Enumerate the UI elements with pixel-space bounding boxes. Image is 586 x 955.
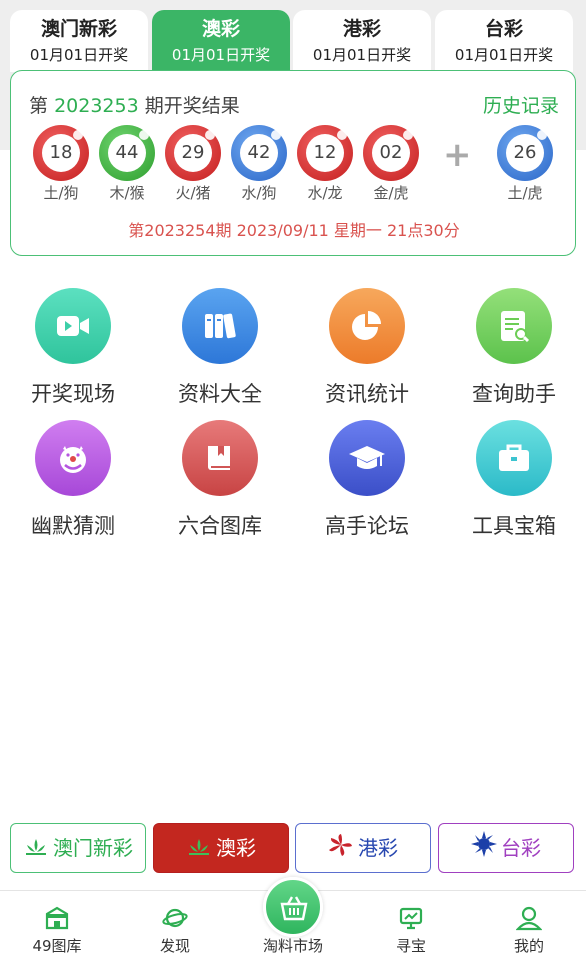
switch-macau-new-button[interactable]: 澳门新彩: [10, 823, 146, 873]
ball-zodiac: 火/猪: [175, 184, 211, 202]
grid-label: 幽默猜测: [31, 514, 115, 538]
grid-item-gallery[interactable]: 六合图库: [150, 420, 290, 540]
grid-item-forum[interactable]: 高手论坛: [297, 420, 437, 540]
search-doc-icon: [476, 288, 552, 364]
ball-number: 42: [240, 134, 278, 172]
ball-zodiac: 金/虎: [373, 184, 409, 202]
nav-label: 淘料市场: [262, 937, 323, 955]
ball-5: 12: [297, 125, 353, 181]
graduation-cap-icon: [329, 420, 405, 496]
tab-macau-new[interactable]: 澳门新彩 01月01日开奖: [10, 10, 148, 72]
switch-taiwan-button[interactable]: 台彩: [438, 823, 574, 873]
tab-date: 01月01日开奖: [29, 46, 129, 64]
switch-macau-button[interactable]: 澳彩: [153, 823, 289, 873]
books-icon: [182, 288, 258, 364]
issue-suffix: 期开奖结果: [144, 95, 240, 117]
grid-item-stats[interactable]: 资讯统计: [297, 288, 437, 408]
nav-label: 寻宝: [395, 937, 426, 955]
switch-label: 台彩: [501, 836, 541, 860]
history-link[interactable]: 历史记录: [483, 91, 559, 118]
tab-hongkong[interactable]: 港彩 01月01日开奖: [293, 10, 431, 72]
tab-date: 01月01日开奖: [171, 46, 271, 64]
ball-number: 44: [108, 134, 146, 172]
nav-discover[interactable]: 发现: [125, 905, 225, 955]
ball-1: 18: [33, 125, 89, 181]
special-ball: 26: [497, 125, 553, 181]
grid-item-data[interactable]: 资料大全: [150, 288, 290, 408]
nav-label: 发现: [159, 937, 190, 955]
grid-label: 高手论坛: [325, 514, 409, 538]
grid-label: 六合图库: [178, 514, 262, 538]
ball-4: 42: [231, 125, 287, 181]
ball-number: 26: [506, 134, 544, 172]
ball-zodiac: 土/虎: [507, 184, 543, 202]
grid-label: 资讯统计: [325, 382, 409, 406]
nav-label: 我的: [513, 937, 544, 955]
nav-treasure[interactable]: 寻宝: [361, 905, 461, 955]
next-draw-info: 第2023254期 2023/09/11 星期一 21点30分: [128, 221, 460, 240]
ball-zodiac: 木/猴: [109, 184, 145, 202]
switch-label: 澳彩: [216, 836, 256, 860]
tab-name: 港彩: [342, 18, 381, 40]
nav-profile[interactable]: 我的: [479, 905, 579, 955]
draw-result-card: 第 2023253 期开奖结果 历史记录 18 土/狗 44 木/猴 29 火/…: [10, 70, 576, 256]
ball-zodiac: 土/狗: [43, 184, 79, 202]
video-icon: [35, 288, 111, 364]
pie-chart-icon: [329, 288, 405, 364]
tab-name: 澳彩: [201, 18, 240, 40]
issue-title: 第 2023253 期开奖结果: [29, 91, 240, 118]
tab-date: 01月01日开奖: [454, 46, 554, 64]
tab-macau[interactable]: 澳彩 01月01日开奖: [152, 10, 290, 72]
ball-number: 18: [42, 134, 80, 172]
bauhinia-icon: [328, 826, 354, 874]
tab-date: 01月01日开奖: [312, 46, 412, 64]
grid-label: 工具宝箱: [472, 514, 556, 538]
grid-item-humor[interactable]: 幽默猜测: [3, 420, 143, 540]
ball-3: 29: [165, 125, 221, 181]
lotus-icon: [186, 826, 212, 874]
ball-number: 02: [372, 134, 410, 172]
nav-label: 49图库: [32, 937, 82, 955]
issue-number: 2023253: [54, 95, 139, 117]
book-icon: [182, 420, 258, 496]
plus-sign: +: [443, 135, 472, 175]
basket-icon: [280, 896, 308, 921]
grid-item-toolbox[interactable]: 工具宝箱: [444, 420, 584, 540]
planet-icon: [162, 908, 188, 928]
grid-label: 资料大全: [178, 382, 262, 406]
switch-label: 澳门新彩: [53, 836, 133, 860]
grid-label: 开奖现场: [31, 382, 115, 406]
switch-hongkong-button[interactable]: 港彩: [295, 823, 431, 873]
grid-item-query[interactable]: 查询助手: [444, 288, 584, 408]
issue-prefix: 第: [29, 95, 49, 117]
bottom-nav: 49图库 发现 淘料市场 寻宝 我的: [0, 877, 586, 955]
tab-name: 澳门新彩: [40, 18, 117, 40]
ball-zodiac: 水/龙: [307, 184, 343, 202]
nav-gallery[interactable]: 49图库: [7, 905, 107, 955]
ball-number: 29: [174, 134, 212, 172]
ball-number: 12: [306, 134, 344, 172]
briefcase-icon: [476, 420, 552, 496]
grid-item-live[interactable]: 开奖现场: [3, 288, 143, 408]
tab-name: 台彩: [484, 18, 523, 40]
grid-label: 查询助手: [472, 382, 556, 406]
lotus-icon: [23, 826, 49, 874]
store-icon: [45, 906, 69, 930]
monitor-icon: [399, 907, 423, 930]
sun-icon: [471, 826, 497, 874]
ball-zodiac: 水/狗: [241, 184, 277, 202]
ball-2: 44: [99, 125, 155, 181]
switch-label: 港彩: [358, 836, 398, 860]
clown-icon: [35, 420, 111, 496]
tab-taiwan[interactable]: 台彩 01月01日开奖: [435, 10, 573, 72]
ball-6: 02: [363, 125, 419, 181]
user-icon: [516, 906, 542, 931]
nav-market-button[interactable]: [263, 877, 323, 937]
